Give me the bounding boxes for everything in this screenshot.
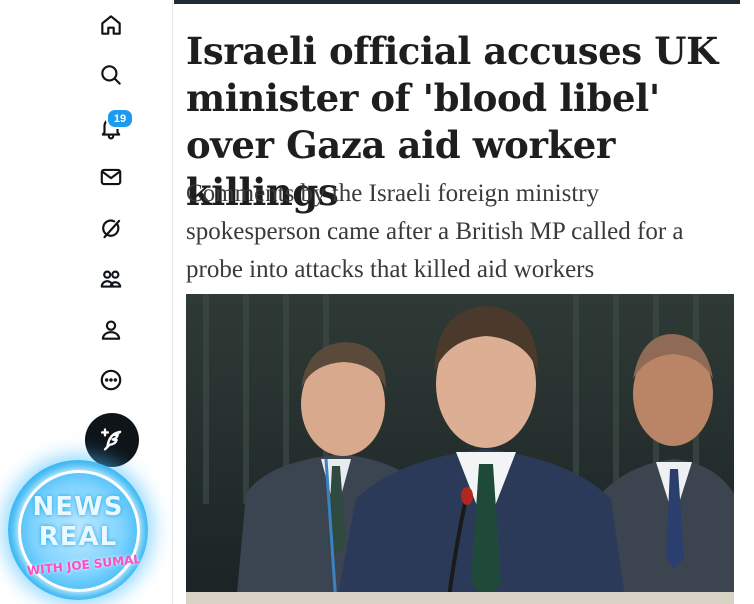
nav-explore[interactable]	[92, 56, 130, 94]
news-real-logo: NEWS REAL WITH JOE SUMAL	[8, 460, 148, 600]
page-edge	[740, 0, 754, 604]
mail-icon	[100, 168, 122, 186]
home-icon	[101, 15, 121, 35]
nav-more[interactable]	[92, 361, 130, 399]
article-photo[interactable]	[186, 294, 734, 604]
article-accent-bar	[174, 0, 740, 4]
logo-line-2: REAL	[38, 522, 118, 552]
nav-profile[interactable]	[92, 311, 130, 349]
search-icon	[101, 65, 121, 85]
article-card[interactable]: Israeli official accuses UK minister of …	[174, 0, 740, 604]
photo-illustration	[186, 294, 734, 604]
nav-communities[interactable]	[92, 260, 130, 298]
more-circle-icon	[100, 369, 122, 391]
person-icon	[101, 320, 121, 340]
notification-badge: 19	[106, 108, 134, 129]
nav-grok[interactable]	[92, 210, 130, 248]
nav-home[interactable]	[92, 6, 130, 44]
logo-line-1: NEWS	[32, 492, 124, 522]
nav-messages[interactable]	[92, 158, 130, 196]
people-icon	[100, 270, 122, 288]
feather-plus-icon	[100, 428, 122, 451]
slash-circle-icon	[102, 219, 121, 239]
nav-divider	[172, 0, 173, 604]
article-standfirst: Comments by the Israeli foreign ministry…	[186, 180, 684, 283]
compose-post-button[interactable]	[85, 413, 139, 467]
